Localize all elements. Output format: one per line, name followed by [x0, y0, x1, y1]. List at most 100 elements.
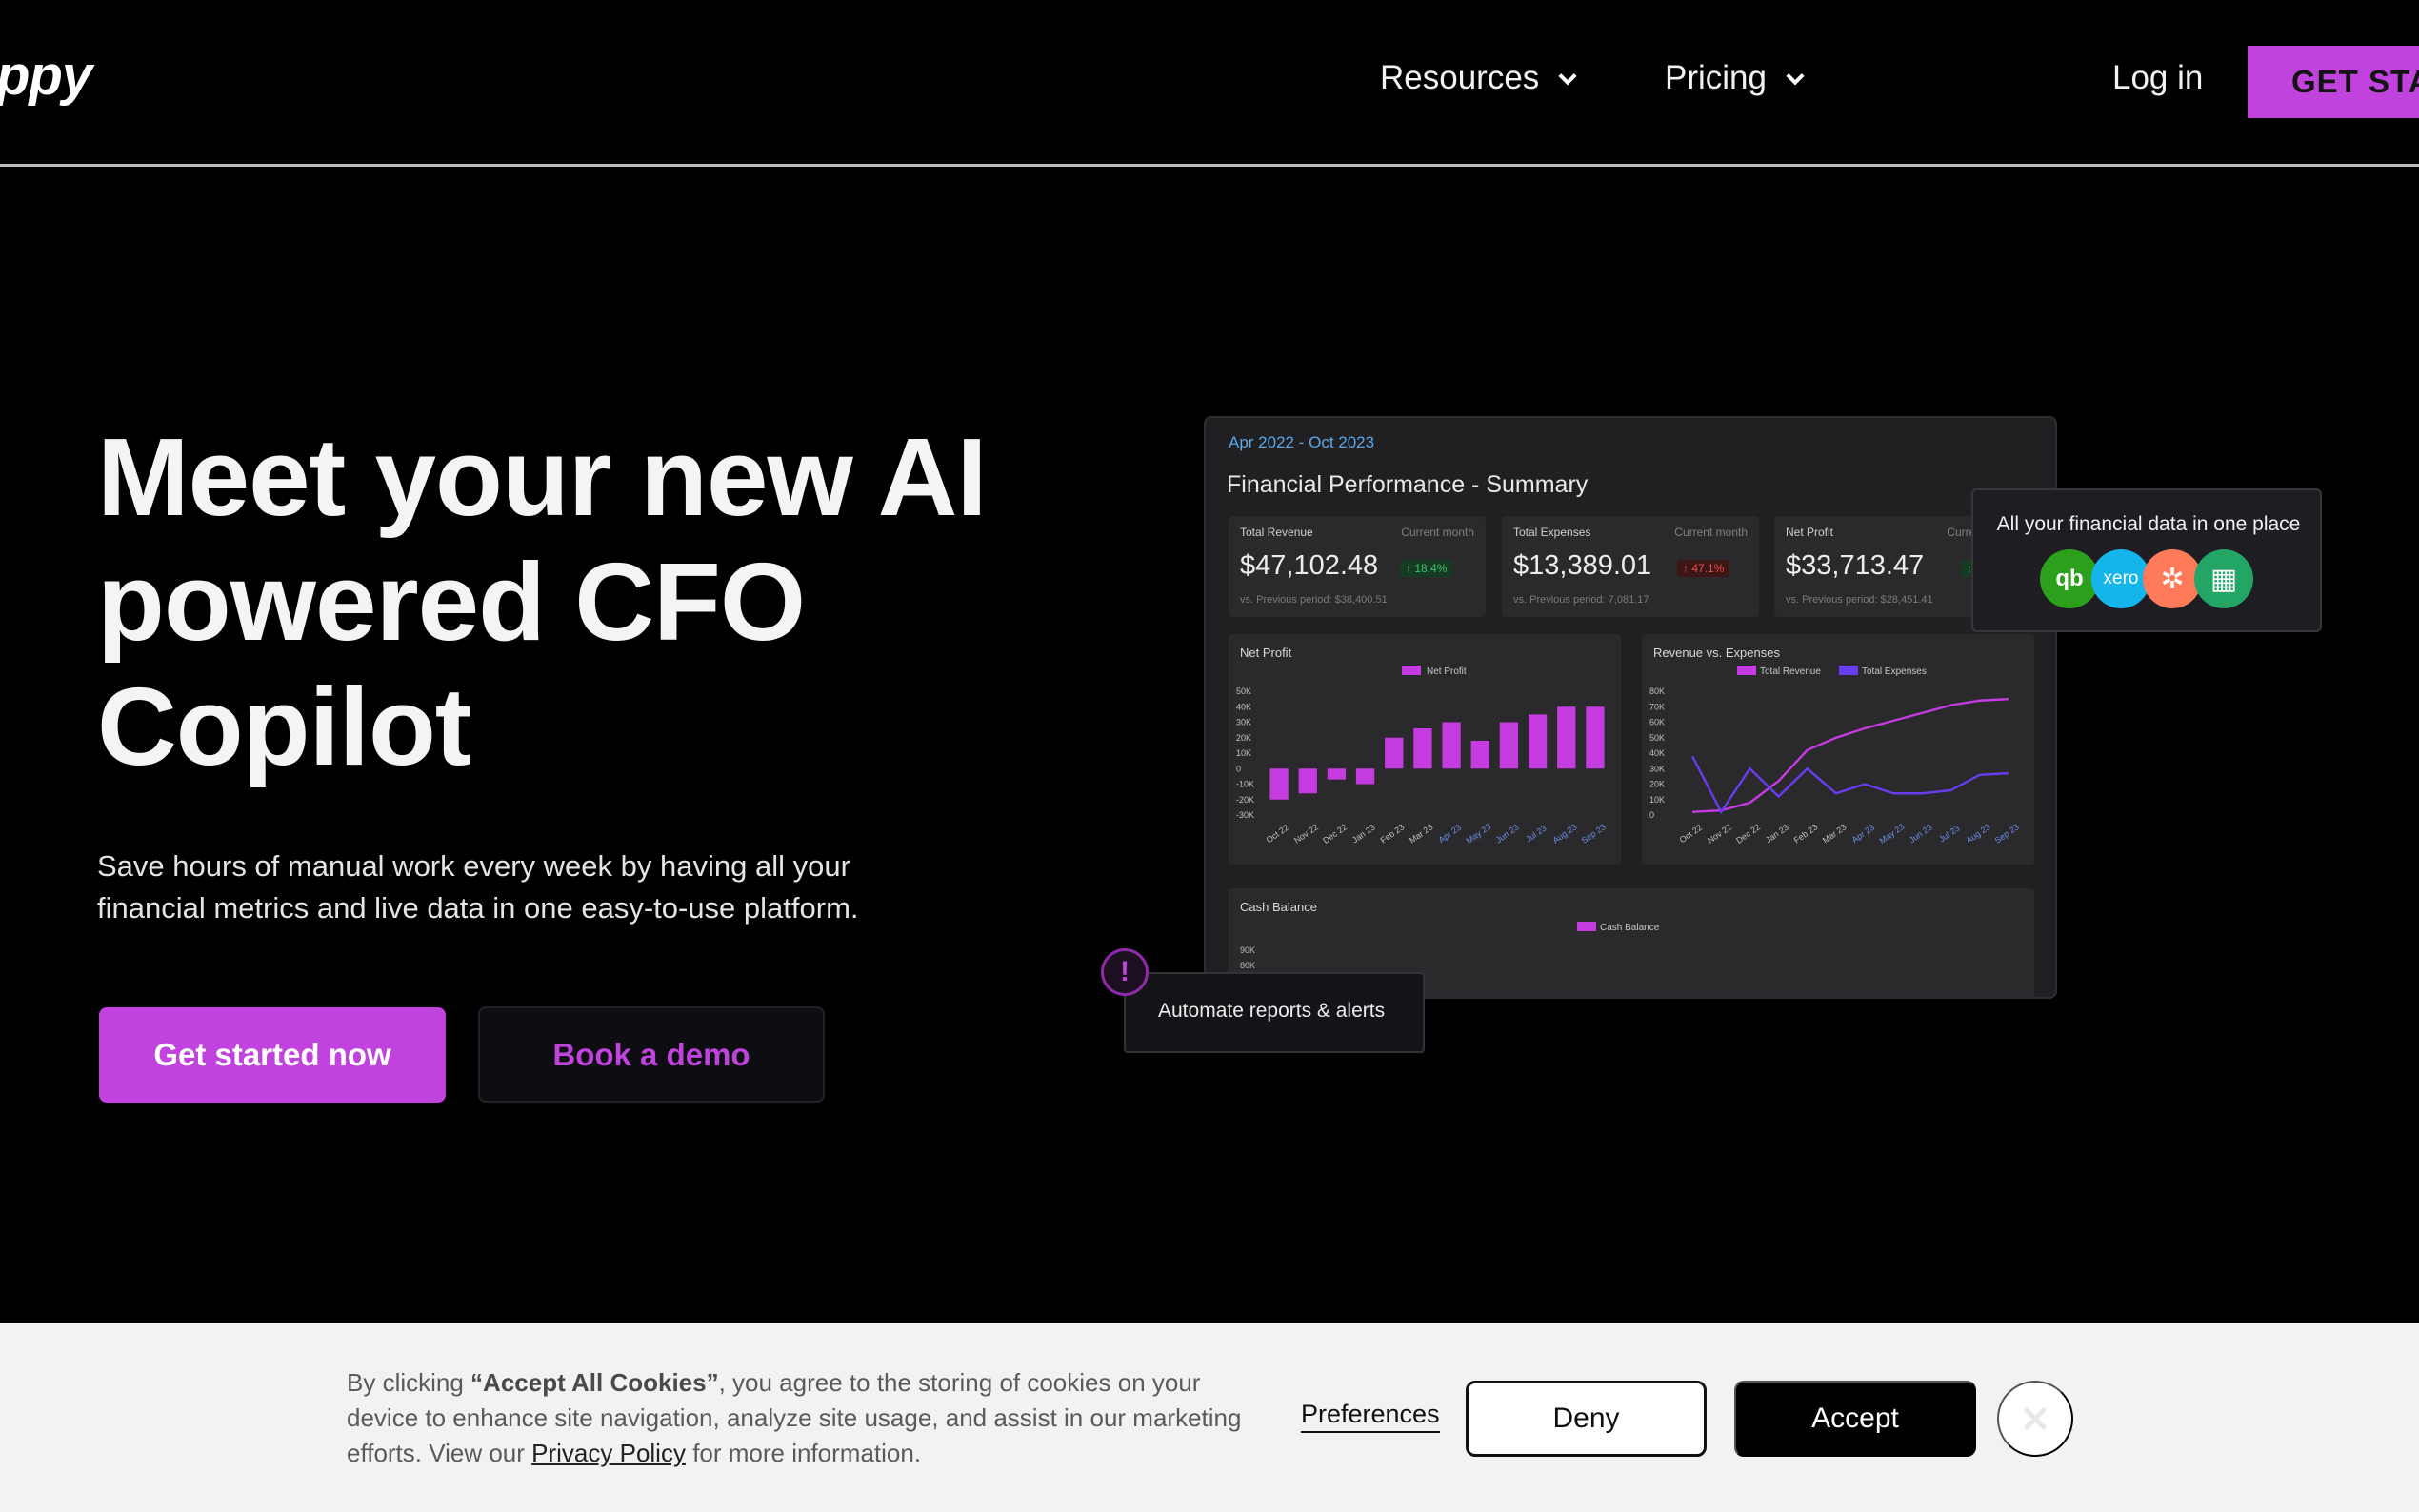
tick-label: 80K — [1240, 961, 1255, 970]
get-started-button[interactable]: Get started now — [99, 1007, 446, 1103]
alert-icon: ! — [1101, 948, 1149, 996]
cookie-text: By clicking “Accept All Cookies”, you ag… — [347, 1365, 1251, 1471]
x-tick-label: Jan 23 — [1764, 823, 1790, 846]
net-profit-chart: Net Profit 50K 40K 30K 20K 10K 0 -10K -20K -30K O… — [1236, 666, 1608, 846]
net-profit-bar — [1298, 768, 1317, 794]
xero-icon: xero — [2091, 549, 2150, 608]
top-nav: ppy Resources Pricing Log in GET STARTED — [0, 0, 2419, 167]
x-tick-label: May 23 — [1878, 822, 1907, 846]
x-tick-label: Jul 23 — [1524, 824, 1548, 845]
x-tick-label: Aug 23 — [1550, 822, 1578, 846]
y-tick-label: -10K — [1236, 780, 1254, 789]
net-profit-bar — [1269, 768, 1289, 800]
kpi-previous: vs. Previous period: 7,081.17 — [1513, 594, 1649, 606]
y-tick-label: 30K — [1236, 718, 1251, 727]
kpi-value: $33,713.47 — [1786, 550, 1925, 581]
integrations-card: All your financial data in one place qb … — [1971, 488, 2322, 632]
x-tick-label: Feb 23 — [1379, 822, 1407, 845]
kpi-label: Total Expenses — [1513, 526, 1591, 539]
x-tick-label: Aug 23 — [1964, 822, 1991, 846]
legend-swatch — [1577, 922, 1596, 931]
privacy-policy-link[interactable]: Privacy Policy — [531, 1439, 686, 1467]
net-profit-bar — [1413, 728, 1432, 769]
legend-swatch — [1737, 666, 1756, 675]
x-tick-label: Jun 23 — [1908, 823, 1934, 846]
kpi-previous: vs. Previous period: $38,400.51 — [1240, 594, 1388, 606]
brand-logo[interactable]: ppy — [0, 44, 92, 108]
x-tick-label: Apr 23 — [1437, 823, 1463, 845]
cookie-preferences-link[interactable]: Preferences — [1301, 1400, 1440, 1433]
net-profit-bar — [1557, 706, 1576, 769]
y-tick-label: 20K — [1649, 780, 1665, 789]
hero-subtitle: Save hours of manual work every week by … — [97, 849, 859, 925]
x-tick-label: Mar 23 — [1408, 822, 1435, 845]
nav-resources-label: Resources — [1380, 59, 1540, 96]
x-tick-label: Sep 23 — [1993, 822, 2021, 846]
kpi-card-revenue: Total Revenue Current month $47,102.48 ↑… — [1229, 516, 1486, 617]
kpi-label: Net Profit — [1786, 526, 1834, 539]
legend-swatch — [1402, 666, 1421, 675]
get-started-nav-button[interactable]: GET STARTED — [2248, 46, 2419, 118]
net-profit-bar — [1385, 737, 1404, 769]
x-tick-label: Mar 23 — [1821, 822, 1849, 845]
chevron-down-icon — [1558, 73, 1577, 86]
y-tick-label: 50K — [1236, 686, 1251, 696]
chevron-down-icon — [1786, 73, 1805, 86]
close-icon — [2024, 1407, 2047, 1430]
nav-divider — [0, 164, 2419, 167]
integrations-label: All your financial data in one place — [1996, 513, 2301, 535]
x-tick-label: May 23 — [1465, 822, 1493, 846]
net-profit-bar — [1327, 768, 1347, 780]
y-tick-label: -20K — [1236, 795, 1254, 805]
hero-title: Meet your new AI powered CFO Copilot — [97, 415, 988, 788]
y-tick-label: -30K — [1236, 810, 1254, 820]
kpi-card-expenses: Total Expenses Current month $13,389.01 … — [1502, 516, 1759, 617]
kpi-change-badge: ↑ 18.4% — [1400, 560, 1453, 577]
y-tick-label: 40K — [1236, 702, 1251, 711]
y-tick-label: 30K — [1649, 764, 1665, 773]
cookie-deny-button[interactable]: Deny — [1466, 1381, 1707, 1457]
y-tick-label: 20K — [1236, 733, 1251, 743]
cookie-close-button[interactable] — [1997, 1381, 2073, 1457]
kpi-value: $47,102.48 — [1240, 550, 1379, 581]
hubspot-icon: ✲ — [2143, 549, 2202, 608]
net-profit-panel: Net Profit Net Profit 50K 40K 30K 20K 10K 0 -1… — [1229, 634, 1621, 865]
series-line — [1692, 697, 2009, 813]
nav-pricing-label: Pricing — [1665, 59, 1767, 96]
x-tick-label: Jun 23 — [1494, 823, 1521, 846]
revenue-expenses-chart: Total Revenue Total Expenses 80K 70K 60K 50… — [1649, 666, 2021, 846]
dashboard-date-range: Apr 2022 - Oct 2023 — [1229, 433, 1375, 451]
revenue-expenses-panel: Revenue vs. Expenses Total Revenue Total… — [1642, 634, 2034, 865]
login-link[interactable]: Log in — [2112, 59, 2203, 97]
series-line — [1691, 755, 2009, 815]
alerts-label: Automate reports & alerts — [1158, 1000, 1386, 1022]
kpi-change-badge: ↑ 47.1% — [1677, 560, 1730, 577]
x-tick-label: Dec 22 — [1321, 822, 1349, 846]
quickbooks-icon: qb — [2040, 549, 2099, 608]
legend-label: Total Expenses — [1862, 666, 1927, 677]
dashboard-preview: Apr 2022 - Oct 2023 Financial Performanc… — [1204, 416, 2057, 999]
x-tick-label: Dec 22 — [1734, 822, 1762, 846]
cookie-text-part: By clicking — [347, 1368, 471, 1397]
kpi-label: Total Revenue — [1240, 526, 1313, 539]
y-tick-label: 40K — [1649, 748, 1665, 758]
y-tick-label: 80K — [1649, 686, 1665, 696]
alerts-card: Automate reports & alerts — [1124, 972, 1425, 1053]
x-tick-label: Oct 22 — [1678, 823, 1704, 845]
tick-label: 90K — [1240, 945, 1255, 955]
cookie-text-part: for more information. — [685, 1439, 922, 1467]
net-profit-bar — [1470, 741, 1489, 769]
book-demo-button[interactable]: Book a demo — [478, 1006, 825, 1103]
kpi-period: Current month — [1401, 526, 1474, 539]
google-sheets-icon: ▦ — [2194, 549, 2253, 608]
x-tick-label: Jan 23 — [1350, 823, 1377, 846]
cookie-accept-button[interactable]: Accept — [1734, 1381, 1976, 1457]
nav-pricing-dropdown[interactable]: Pricing — [1665, 59, 1809, 97]
kpi-value: $13,389.01 — [1513, 550, 1652, 581]
nav-resources-dropdown[interactable]: Resources — [1380, 59, 1581, 97]
y-tick-label: 60K — [1649, 718, 1665, 727]
legend-label: Total Revenue — [1760, 666, 1821, 677]
dashboard-title: Financial Performance - Summary — [1227, 471, 1589, 498]
y-tick-label: 0 — [1236, 764, 1241, 773]
x-tick-label: Nov 22 — [1292, 822, 1320, 846]
